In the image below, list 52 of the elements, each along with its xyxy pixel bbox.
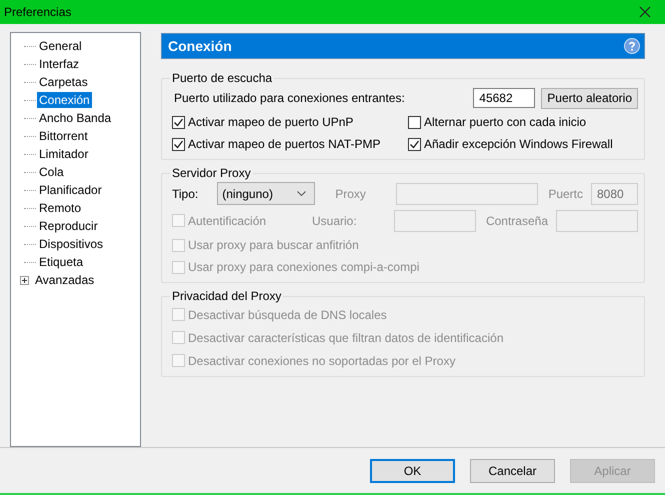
checkbox[interactable] (172, 138, 185, 150)
random-port-button[interactable]: Puerto aleatorio (541, 88, 638, 108)
tree-item[interactable]: Ancho Banda (37, 110, 114, 126)
port-label: Puerto utilizado para conexiones entrantes: (173, 91, 406, 105)
port-field[interactable]: 45682 (473, 88, 536, 108)
section-title: Conexión (168, 38, 232, 54)
port-field[interactable]: 8080 (591, 182, 638, 204)
type-label: Tipo: (172, 186, 198, 200)
tree-item[interactable]: Avanzadas (33, 272, 96, 288)
group-title: Servidor Proxy (171, 166, 252, 180)
tree-item[interactable]: Dispositivos (37, 236, 106, 252)
checkbox[interactable] (172, 116, 185, 128)
tree-item[interactable]: Cola (37, 164, 66, 180)
checkbox-label: Autentificación (188, 214, 266, 228)
checkbox[interactable] (408, 138, 421, 150)
help-icon[interactable] (624, 38, 640, 54)
dialog-button[interactable]: OK (370, 458, 455, 482)
close-icon[interactable] (639, 6, 651, 18)
tree-item[interactable]: Etiqueta (37, 254, 86, 270)
window-title: Preferencias (4, 5, 72, 19)
tree-item[interactable]: Carpetas (37, 74, 90, 90)
password-label: Contraseña (486, 214, 548, 228)
group-title: Puerto de escucha (171, 71, 274, 85)
port-label: Puertc (548, 186, 583, 200)
proxy-label: Proxy (335, 186, 366, 200)
group-title: Privacidad del Proxy (171, 289, 282, 303)
checkbox-label: Activar mapeo de puerto UPnP (188, 115, 354, 129)
checkbox-label: Usar proxy para buscar anfitrión (188, 238, 359, 252)
type-dropdown[interactable]: (ninguno) (217, 182, 316, 205)
tree-item[interactable]: Bittorrent (37, 128, 90, 144)
checkbox[interactable] (408, 116, 421, 128)
chevron-down-icon (297, 191, 306, 196)
tree-item[interactable]: Interfaz (37, 56, 82, 72)
dialog-button[interactable]: Cancelar (470, 458, 555, 482)
checkbox-label: Activar mapeo de puertos NAT-PMP (188, 137, 381, 151)
checkbox-label: Usar proxy para conexiones compi-a-compi (188, 260, 420, 274)
checkbox-label: Añadir excepción Windows Firewall (424, 137, 613, 151)
checkbox-label: Alternar puerto con cada inicio (424, 115, 586, 129)
tree-item[interactable]: General (37, 38, 84, 54)
tree-item[interactable]: Conexión (37, 92, 92, 108)
tree-item[interactable]: Remoto (37, 200, 84, 216)
tree-item[interactable]: Limitador (37, 146, 90, 162)
tree-item[interactable]: Planificador (37, 182, 104, 198)
checkbox-label: Desactivar búsqueda de DNS locales (188, 308, 387, 322)
checkbox-label: Desactivar características que filtran datos de identificación (188, 330, 504, 344)
user-label: Usuario: (312, 214, 357, 228)
password-field[interactable] (556, 210, 638, 232)
expand-icon[interactable] (20, 276, 29, 284)
tree-item[interactable]: Reproducir (37, 218, 100, 234)
checkbox-label: Desactivar conexiones no soportadas por el Proxy (188, 354, 456, 368)
user-field[interactable] (394, 210, 476, 232)
proxy-field[interactable] (396, 182, 538, 204)
